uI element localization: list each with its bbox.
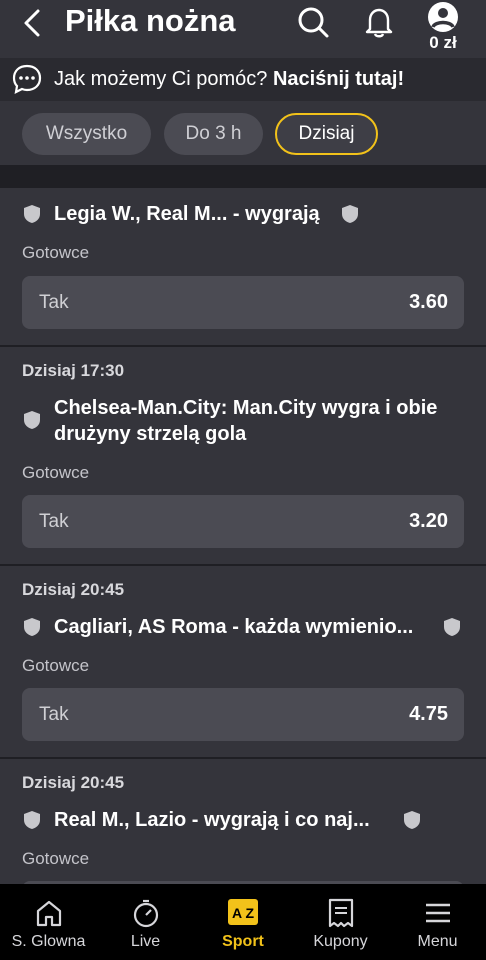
- home-icon: [36, 900, 62, 927]
- chat-bubble-icon: [12, 64, 42, 94]
- nav-coupons-label: Kupony: [313, 933, 368, 950]
- shield-icon: [24, 411, 40, 429]
- nav-menu[interactable]: Menu: [389, 884, 486, 960]
- balance-amount: 0 zł: [429, 33, 457, 52]
- az-icon: A Z: [228, 899, 258, 925]
- bottom-nav: S. Glowna Live A Z Sport Kupony Menu: [0, 884, 486, 960]
- odd-value: 3.60: [409, 291, 448, 313]
- hamburger-icon: [426, 903, 450, 923]
- event-category: Gotowce: [22, 849, 90, 868]
- event-card: Dzisiaj 20:45 Cagliari, AS Roma - każda …: [0, 566, 486, 757]
- odd-value: 3.20: [409, 510, 448, 532]
- shield-icon: [24, 811, 40, 829]
- odd-button[interactable]: Tak 3.60: [22, 276, 464, 329]
- odd-label: Tak: [39, 704, 69, 725]
- help-cta[interactable]: Naciśnij tutaj!: [273, 68, 404, 90]
- shield-icon: [342, 205, 358, 223]
- event-category: Gotowce: [22, 243, 90, 262]
- event-card: Legia W., Real M... - wygrają Gotowce Ta…: [0, 188, 486, 345]
- event-title[interactable]: Chelsea-Man.City: Man.City wygra i obie …: [54, 395, 464, 447]
- event-title[interactable]: Legia W., Real M... - wygrają: [54, 201, 320, 227]
- nav-home-label: S. Glowna: [11, 933, 86, 950]
- event-title[interactable]: Real M., Lazio - wygrają i co naj...: [54, 807, 370, 833]
- stopwatch-icon: [133, 899, 159, 928]
- help-bar[interactable]: Jak możemy Ci pomóc? Naciśnij tutaj!: [0, 58, 486, 101]
- search-icon[interactable]: [296, 5, 330, 39]
- odd-value: 4.75: [409, 703, 448, 725]
- event-date: Dzisiaj 20:45: [22, 580, 125, 599]
- nav-sport-label: Sport: [222, 933, 264, 950]
- event-date: Dzisiaj 17:30: [22, 361, 125, 380]
- account-button[interactable]: 0 zł: [420, 2, 466, 56]
- nav-live-label: Live: [130, 933, 161, 950]
- time-filter-bar: Wszystko Do 3 h Dzisiaj: [0, 101, 486, 165]
- user-avatar-icon: [428, 2, 458, 32]
- filter-chip-today[interactable]: Dzisiaj: [275, 113, 378, 155]
- az-badge-text: A Z: [232, 905, 254, 921]
- filter-chip-all[interactable]: Wszystko: [22, 113, 151, 155]
- nav-coupons[interactable]: Kupony: [292, 884, 389, 960]
- event-category: Gotowce: [22, 656, 90, 675]
- odd-label: Tak: [39, 292, 69, 313]
- event-category: Gotowce: [22, 463, 90, 482]
- shield-icon: [24, 205, 40, 223]
- help-question: Jak możemy Ci pomóc?: [54, 68, 268, 90]
- nav-sport[interactable]: A Z Sport: [194, 884, 292, 960]
- odd-label: Tak: [39, 511, 69, 532]
- event-card: Dzisiaj 20:45 Real M., Lazio - wygrają i…: [0, 759, 486, 934]
- event-date: Dzisiaj 20:45: [22, 773, 125, 792]
- event-title[interactable]: Cagliari, AS Roma - każda wymienio...: [54, 614, 413, 640]
- odd-button[interactable]: Tak 4.75: [22, 688, 464, 741]
- help-text: Jak możemy Ci pomóc? Naciśnij tutaj!: [54, 68, 404, 91]
- bell-icon[interactable]: [364, 6, 394, 38]
- top-bar: Piłka nożna 0 zł: [0, 0, 486, 58]
- shield-icon: [444, 618, 460, 636]
- shield-icon: [24, 618, 40, 636]
- page-title: Piłka nożna: [65, 3, 236, 38]
- nav-live[interactable]: Live: [97, 884, 194, 960]
- shield-icon: [404, 811, 420, 829]
- back-arrow-icon[interactable]: [18, 8, 48, 38]
- nav-menu-label: Menu: [417, 933, 458, 950]
- nav-home[interactable]: S. Glowna: [0, 884, 97, 960]
- filter-chip-3h[interactable]: Do 3 h: [164, 113, 263, 155]
- odd-button[interactable]: Tak 3.20: [22, 495, 464, 548]
- receipt-icon: [328, 898, 354, 928]
- event-card: Dzisiaj 17:30 Chelsea-Man.City: Man.City…: [0, 347, 486, 564]
